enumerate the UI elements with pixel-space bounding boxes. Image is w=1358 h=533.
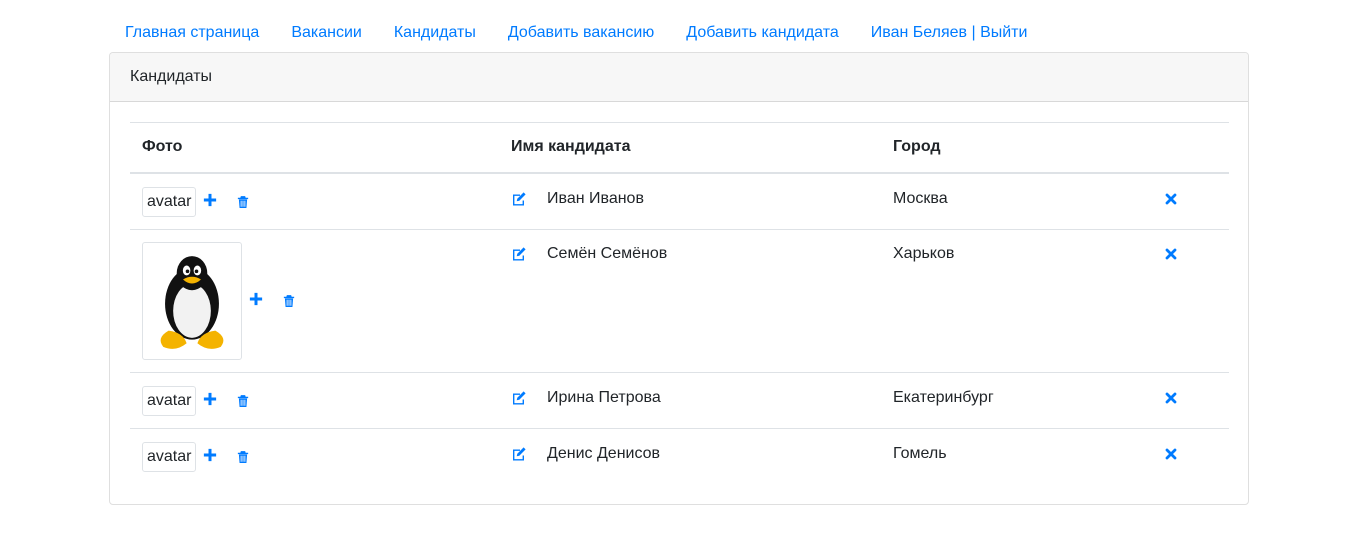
candidate-city: Екатеринбург [893,388,994,406]
edit-icon[interactable] [511,446,527,462]
photo-cell [130,228,499,372]
photo-cell: avatar [130,427,499,484]
actions-cell [1139,228,1229,372]
column-header-photo: Фото [130,122,499,174]
actions-cell [1139,427,1229,484]
table-row: avatar Ирина Петрова Екатеринбург [130,371,1229,428]
table-row: avatar Иван Иванов Москва [130,173,1229,230]
nav-candidates[interactable]: Кандидаты [378,24,492,42]
name-cell: Ирина Петрова [499,371,881,428]
edit-icon[interactable] [511,191,527,207]
name-cell: Семён Семёнов [499,228,881,372]
photo-cell: avatar [130,173,499,230]
city-cell: Харьков [881,228,1139,372]
city-cell: Екатеринбург [881,371,1139,428]
nav-add-vacancy[interactable]: Добавить вакансию [492,24,670,42]
actions-cell [1139,371,1229,428]
plus-icon[interactable] [202,391,218,407]
avatar-placeholder: avatar [142,441,197,472]
avatar-placeholder: avatar [142,186,197,217]
trash-icon[interactable] [282,294,296,308]
trash-icon[interactable] [236,195,250,209]
column-header-name: Имя кандидата [499,122,881,174]
nav-home[interactable]: Главная страница [109,24,275,42]
trash-icon[interactable] [236,450,250,464]
close-icon[interactable] [1165,392,1177,404]
city-cell: Гомель [881,427,1139,484]
candidate-city: Москва [893,189,948,207]
candidate-name: Семён Семёнов [547,244,668,262]
candidate-name: Ирина Петрова [547,388,661,406]
candidates-table: Фото Имя кандидата Город avatar Иван Ива… [130,122,1229,484]
candidate-name: Иван Иванов [547,189,644,207]
close-icon[interactable] [1165,193,1177,205]
close-icon[interactable] [1165,448,1177,460]
nav-add-candidate[interactable]: Добавить кандидата [670,24,854,42]
name-cell: Иван Иванов [499,173,881,230]
candidates-card: Кандидаты Фото Имя кандидата Город avata… [109,52,1249,505]
column-header-actions [1139,122,1229,174]
photo-cell: avatar [130,371,499,428]
column-header-city: Город [881,122,1139,174]
candidate-photo [142,241,242,360]
table-row: avatar Денис Денисов Гомель [130,427,1229,484]
candidate-city: Гомель [893,444,947,462]
edit-icon[interactable] [511,390,527,406]
name-cell: Денис Денисов [499,427,881,484]
plus-icon[interactable] [202,192,218,208]
top-nav: Главная страница Вакансии Кандидаты Доба… [109,21,1043,45]
trash-icon[interactable] [236,394,250,408]
avatar-placeholder: avatar [142,385,197,416]
plus-icon[interactable] [248,291,264,307]
nav-vacancies[interactable]: Вакансии [275,24,378,42]
plus-icon[interactable] [202,447,218,463]
candidate-name: Денис Денисов [547,444,661,462]
candidate-city: Харьков [893,244,955,262]
card-body: Фото Имя кандидата Город avatar Иван Ива… [110,102,1248,504]
city-cell: Москва [881,173,1139,230]
table-header-row: Фото Имя кандидата Город [130,122,1229,174]
close-icon[interactable] [1165,248,1177,260]
actions-cell [1139,173,1229,230]
card-title: Кандидаты [110,53,1248,102]
nav-user-logout[interactable]: Иван Беляев | Выйти [855,24,1044,42]
edit-icon[interactable] [511,246,527,262]
table-row: Семён Семёнов Харьков [130,228,1229,372]
